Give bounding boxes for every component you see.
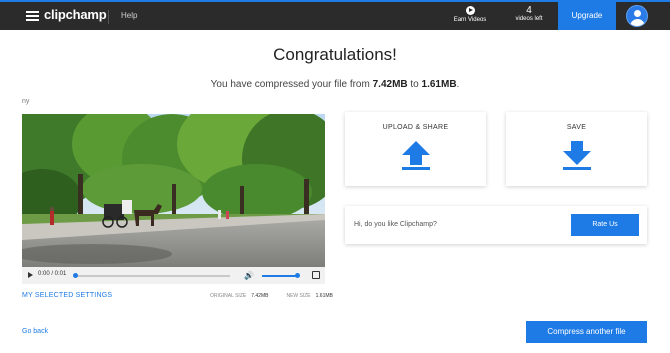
file-sizes: ORIGINAL SIZE 7.42MB NEW SIZE 1.61MB — [210, 293, 351, 299]
menu-icon[interactable] — [26, 11, 39, 21]
summary-original-size: 7.42MB — [372, 79, 408, 90]
summary-suffix: . — [456, 79, 460, 90]
volume-slider[interactable] — [262, 275, 298, 277]
page-title: Congratulations! — [273, 45, 397, 64]
divider — [108, 10, 109, 24]
volume-icon[interactable]: 🔊 — [244, 271, 254, 280]
fullscreen-icon[interactable] — [312, 271, 320, 279]
play-icon[interactable] — [28, 272, 33, 278]
upload-share-card[interactable]: UPLOAD & SHARE — [345, 112, 486, 186]
video-player[interactable]: 0:00 / 0:01 🔊 — [22, 114, 325, 284]
video-controls: 0:00 / 0:01 🔊 — [22, 267, 325, 284]
summary-prefix: You have compressed your file from — [210, 79, 373, 90]
upgrade-button[interactable]: Upgrade — [558, 2, 616, 30]
save-card[interactable]: SAVE — [506, 112, 647, 186]
save-label: SAVE — [566, 124, 587, 131]
go-back-link[interactable]: Go back — [22, 328, 48, 335]
summary-mid: to — [407, 79, 422, 90]
new-size-label: NEW SIZE — [286, 293, 311, 299]
my-selected-settings-link[interactable]: MY SELECTED SETTINGS — [22, 292, 112, 299]
video-time: 0:00 / 0:01 — [38, 271, 67, 277]
play-circle-icon — [465, 6, 475, 15]
videos-left-counter: 4 videos left — [508, 5, 550, 22]
earn-videos-button[interactable]: Earn Videos — [448, 6, 492, 23]
new-size-value: 1.61MB — [315, 293, 333, 299]
earn-videos-label: Earn Videos — [453, 17, 487, 23]
original-size-value: 7.42MB — [251, 293, 269, 299]
videos-left-count: 4 — [526, 5, 532, 16]
summary-new-size: 1.61MB — [421, 79, 457, 90]
volume-thumb[interactable] — [295, 273, 300, 278]
upload-share-label: UPLOAD & SHARE — [382, 124, 449, 131]
clipchamp-logo[interactable]: clipchamp — [44, 7, 107, 22]
upload-icon — [402, 141, 430, 170]
help-link[interactable]: Help — [121, 11, 137, 20]
rate-card: Hi, do you like Clipchamp? Rate Us — [345, 206, 647, 244]
user-avatar-icon[interactable] — [626, 5, 648, 27]
download-icon — [563, 141, 591, 170]
compression-summary: You have compressed your file from 7.42M… — [0, 79, 670, 90]
top-bar: clipchamp Help Earn Videos 4 videos left… — [0, 0, 670, 30]
compress-another-file-button[interactable]: Compress another file — [526, 321, 647, 343]
rate-question: Hi, do you like Clipchamp? — [354, 221, 437, 228]
seek-thumb[interactable] — [73, 273, 78, 278]
file-name: ny — [22, 98, 30, 105]
videos-left-label: videos left — [515, 16, 543, 22]
original-size-label: ORIGINAL SIZE — [210, 293, 247, 299]
seek-bar[interactable] — [74, 275, 230, 277]
rate-us-button[interactable]: Rate Us — [571, 214, 639, 236]
video-frame[interactable] — [22, 114, 325, 267]
